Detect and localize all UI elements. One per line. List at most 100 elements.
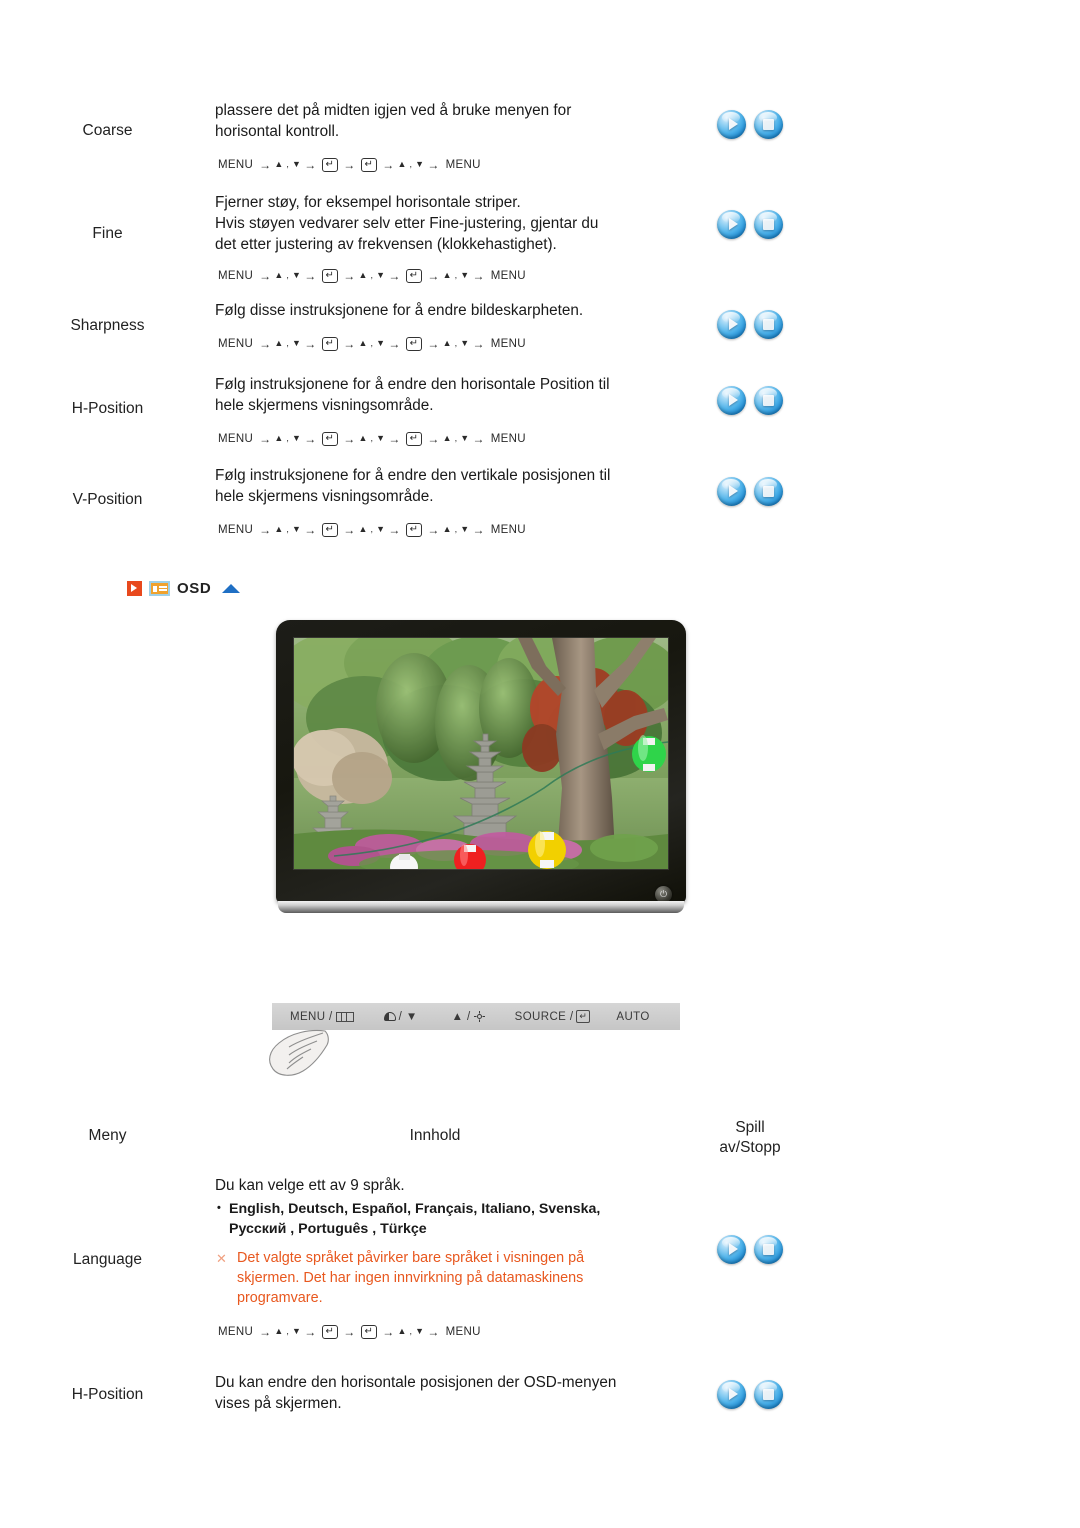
contrast-down-label: / ▼ (398, 1010, 418, 1023)
key-sequence-v-position: MENU → ▲ , ▼ → ↵ → ▲ , ▼ → ↵ → ▲ , ▼ → MENU (215, 523, 655, 537)
stop-button[interactable] (754, 109, 783, 139)
garden-photo (294, 638, 668, 869)
monitor-icon (149, 581, 170, 596)
content-cell-fine: Fjerner støy, for eksempel horisontale s… (215, 192, 655, 283)
seq-menu: MENU (218, 338, 254, 350)
description-line: hele skjermens visningsområde. (215, 488, 434, 505)
play-button[interactable] (717, 476, 746, 506)
seq-up-down: ▲ , ▼ (442, 338, 470, 348)
seq-arrow: → (427, 1325, 440, 1339)
seq-arrow: → (427, 269, 440, 283)
play-stop-cell (655, 192, 845, 256)
seq-arrow: → (343, 337, 356, 351)
seq-up-down: ▲ , ▼ (274, 433, 302, 443)
seq-up-down: ▲ , ▼ (358, 524, 386, 534)
header-meny-label: Meny (88, 1127, 127, 1144)
description-line: Følg instruksjonene for å endre den hori… (215, 376, 610, 393)
seq-menu: MENU (490, 524, 526, 536)
seq-up-down: ▲ , ▼ (442, 270, 470, 280)
play-button[interactable] (717, 209, 746, 239)
red-play-icon (127, 581, 142, 596)
seq-arrow: → (259, 158, 272, 172)
play-button[interactable] (717, 1234, 746, 1264)
stop-button[interactable] (754, 1234, 783, 1264)
header-innhold: Innhold (215, 1118, 655, 1158)
header-play-line1: Spill (735, 1119, 765, 1136)
description-line: hele skjermens visningsområde. (215, 397, 434, 414)
seq-arrow: → (304, 337, 317, 351)
enter-key-icon: ↵ (405, 432, 423, 446)
header-play-stop: Spill av/Stopp (655, 1118, 845, 1158)
play-icon (728, 318, 738, 330)
seq-menu: MENU (218, 1326, 254, 1338)
play-icon (728, 118, 738, 130)
source-label: SOURCE / (514, 1010, 574, 1023)
monitor-stand (278, 901, 684, 913)
content-cell-h-position: Følg instruksjonene for å endre den hori… (215, 374, 655, 446)
seq-menu: MENU (445, 1326, 481, 1338)
enter-key-icon: ↵ (321, 523, 339, 537)
seq-arrow: → (343, 158, 356, 172)
stop-button[interactable] (754, 309, 783, 339)
enter-key-icon: ↵ (321, 337, 339, 351)
power-icon: ⏻ (659, 889, 668, 899)
stop-button[interactable] (754, 476, 783, 506)
seq-menu: MENU (218, 159, 254, 171)
play-stop-cell (655, 1175, 845, 1323)
seq-arrow: → (304, 523, 317, 537)
seq-up-down: ▲ , ▼ (358, 433, 386, 443)
play-button[interactable] (717, 109, 746, 139)
seq-menu: MENU (490, 338, 526, 350)
play-button[interactable] (717, 385, 746, 415)
contrast-icon (383, 1012, 396, 1021)
up-triangle-icon[interactable] (222, 584, 241, 593)
stop-icon (763, 394, 774, 406)
play-button[interactable] (717, 309, 746, 339)
warning-line: skjermen. Det har ingen innvirkning på d… (237, 1270, 584, 1286)
auto-key[interactable]: AUTO (616, 1011, 649, 1023)
stop-button[interactable] (754, 209, 783, 239)
seq-up-down: ▲ , ▼ (358, 338, 386, 348)
source-enter-key[interactable]: SOURCE / ↵ (515, 1010, 591, 1023)
seq-up-down: ▲ , ▼ (397, 159, 425, 169)
content-cell-v-position: Følg instruksjonene for å endre den vert… (215, 465, 655, 537)
brightness-up-key[interactable]: ▲ / (452, 1011, 485, 1023)
seq-menu: MENU (490, 433, 526, 445)
menu-button-key[interactable]: MENU / (290, 1011, 354, 1023)
play-stop-cell (655, 1372, 845, 1416)
language-intro: Du kan velge ett av 9 språk. (215, 1177, 405, 1194)
menu-cell-fine: Fine (0, 192, 215, 276)
warning-line: programvare. (237, 1290, 323, 1306)
seq-arrow: → (427, 158, 440, 172)
seq-arrow: → (343, 432, 356, 446)
seq-arrow: → (427, 337, 440, 351)
seq-up-down: ▲ , ▼ (358, 270, 386, 280)
stop-button[interactable] (754, 1379, 783, 1409)
seq-arrow: → (388, 269, 401, 283)
language-list-line1: English, Deutsch, Español, Français, Ita… (229, 1201, 601, 1217)
menu-button-label: MENU / (290, 1010, 333, 1023)
menu-label: Fine (92, 225, 123, 242)
play-icon (728, 485, 738, 497)
contrast-down-key[interactable]: / ▼ (383, 1010, 418, 1023)
header-innhold-label: Innhold (409, 1127, 461, 1144)
play-button[interactable] (717, 1379, 746, 1409)
seq-arrow: → (304, 158, 317, 172)
seq-up-down: ▲ , ▼ (274, 270, 302, 280)
brightness-up-label: ▲ / (451, 1010, 471, 1023)
play-icon (728, 1243, 738, 1255)
seq-arrow: → (382, 158, 395, 172)
seq-arrow: → (427, 432, 440, 446)
enter-key-icon: ↵ (321, 1325, 339, 1339)
seq-arrow: → (472, 523, 485, 537)
language-warning: ✕ Det valgte språket påvirker bare språk… (215, 1248, 655, 1308)
content-cell-coarse: plassere det på midten igjen ved å bruke… (215, 100, 655, 172)
table-row-fine: Fine Fjerner støy, for eksempel horisont… (0, 192, 1080, 283)
monitor-bezel: ⏻ (276, 620, 686, 903)
stop-button[interactable] (754, 385, 783, 415)
language-list-line2: Русский , Português , Türkçe (229, 1221, 427, 1237)
auto-label: AUTO (616, 1010, 650, 1023)
seq-up-down: ▲ , ▼ (442, 524, 470, 534)
play-icon (728, 394, 738, 406)
seq-arrow: → (472, 432, 485, 446)
